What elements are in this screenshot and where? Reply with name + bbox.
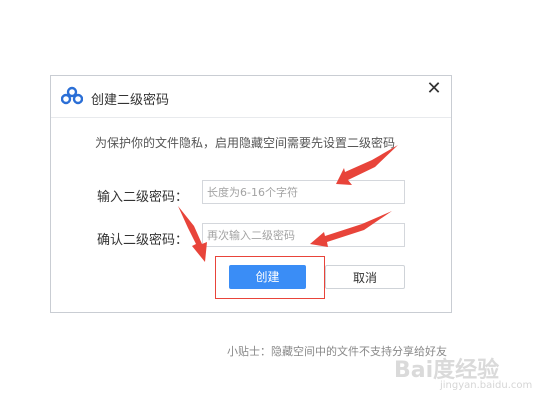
arrow-annotation-2 bbox=[310, 211, 392, 247]
arrow-annotation-1 bbox=[336, 145, 398, 185]
annotation-arrows bbox=[178, 145, 398, 262]
arrow-annotation-3 bbox=[178, 206, 207, 262]
